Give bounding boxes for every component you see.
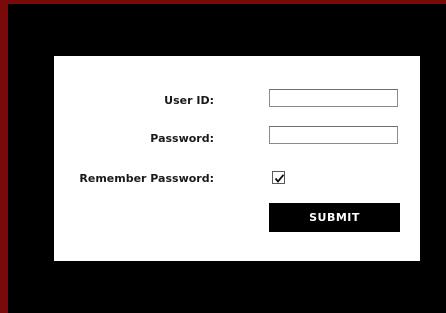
login-frame: User ID: Password: Remember Password: SU… <box>0 0 446 313</box>
submit-button[interactable]: SUBMIT <box>269 203 400 232</box>
password-input[interactable] <box>269 126 398 144</box>
user-id-label: User ID: <box>164 94 214 107</box>
remember-password-label: Remember Password: <box>79 172 214 185</box>
password-label: Password: <box>150 132 214 145</box>
checkmark-icon <box>274 174 285 183</box>
remember-password-checkbox[interactable] <box>272 171 285 184</box>
login-panel: User ID: Password: Remember Password: SU… <box>54 56 420 261</box>
user-id-input[interactable] <box>269 89 398 107</box>
